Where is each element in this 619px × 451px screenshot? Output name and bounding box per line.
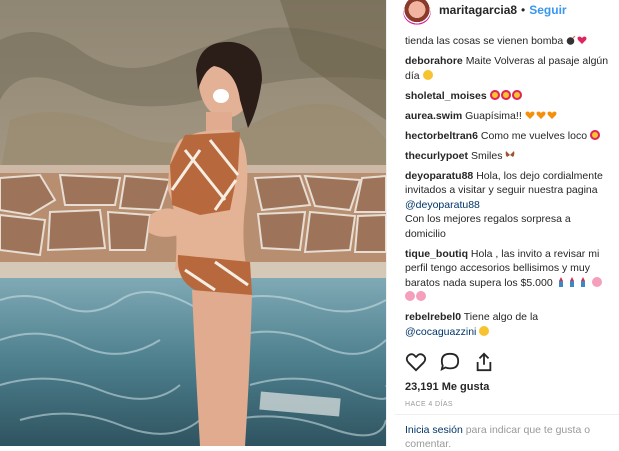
post-header: maritagarcia8 • Seguir: [387, 0, 619, 27]
butterfly-icon: [506, 150, 515, 157]
post-username[interactable]: maritagarcia8: [439, 3, 517, 17]
comment-username[interactable]: aurea.swim: [405, 110, 462, 122]
flower-icon: [405, 291, 415, 301]
flower-icon: [416, 291, 426, 301]
comment-username[interactable]: deborahore: [405, 55, 463, 67]
orange-heart-icon: [547, 111, 557, 119]
heart-eyes-icon: [489, 89, 500, 100]
comment-username[interactable]: deyoparatu88: [405, 170, 473, 182]
grinning-sweat-icon: [479, 325, 490, 336]
comment-text: tienda las cosas se vienen bomba: [405, 35, 564, 47]
post-image: [0, 0, 386, 446]
comment-text: Guapísima!!: [465, 109, 522, 122]
comment-mention[interactable]: @cocaguazzini: [405, 326, 476, 338]
lipstick-icon: [569, 276, 574, 287]
login-link[interactable]: Inicia sesión: [405, 424, 463, 436]
post-sidebar: maritagarcia8 • Seguir tienda las cosas …: [386, 0, 619, 450]
header-separator: •: [521, 2, 526, 17]
comment-item: deyoparatu88 Hola, los dejo cordialmente…: [405, 169, 613, 242]
comment-item: thecurlypoet Smiles: [405, 149, 613, 164]
comment-item: aurea.swim Guapísima!!: [405, 109, 613, 124]
flower-icon: [591, 276, 602, 287]
divider: [395, 414, 619, 415]
comment-username[interactable]: thecurlypoet: [405, 150, 468, 162]
orange-heart-icon: [536, 111, 546, 119]
comment-mention[interactable]: @deyoparatu88: [405, 199, 480, 211]
lipstick-icon: [580, 276, 585, 287]
comment-item: tique_boutiq Hola , las invito a revisar…: [405, 247, 613, 305]
comment-text-continued: Con los mejores regalos sorpresa a domic…: [405, 213, 571, 240]
comment-item: deborahore Maite Volveras al pasaje algú…: [405, 54, 613, 83]
comment-text: Tiene algo de la: [463, 311, 539, 323]
comment-item: rebelrebel0 Tiene algo de la @cocaguazzi…: [405, 310, 613, 339]
comment-text: Como me vuelves loco: [480, 129, 588, 142]
like-count[interactable]: 23,191 Me gusta: [405, 381, 489, 393]
comment-icon[interactable]: [439, 352, 461, 372]
red-heart-icon: [577, 36, 587, 44]
lipstick-icon: [558, 276, 563, 287]
comment-username[interactable]: tique_boutiq: [405, 248, 468, 260]
heart-eyes-icon: [500, 89, 511, 100]
comment-text: Smiles: [470, 149, 503, 162]
bomb-icon: [566, 35, 576, 45]
comment-username[interactable]: hectorbeltran6: [405, 130, 478, 142]
follow-button[interactable]: Seguir: [529, 3, 566, 17]
comment-list: tienda las cosas se vienen bomba deborah…: [405, 34, 613, 345]
grinning-sweat-icon: [422, 69, 433, 80]
orange-heart-icon: [525, 111, 535, 119]
comment-item: tienda las cosas se vienen bomba: [405, 34, 613, 49]
avatar[interactable]: [403, 0, 431, 25]
comment-username[interactable]: rebelrebel0: [405, 311, 461, 323]
post-photo[interactable]: [0, 0, 386, 446]
post-actions: [405, 352, 495, 372]
heart-outline-icon[interactable]: [405, 352, 427, 372]
post-timestamp: HACE 4 DÍAS: [405, 401, 453, 408]
heart-eyes-icon: [590, 129, 600, 140]
comment-item: hectorbeltran6 Como me vuelves loco: [405, 129, 613, 144]
share-icon[interactable]: [473, 352, 495, 372]
login-prompt: Inicia sesión para indicar que te gusta …: [405, 423, 617, 451]
comment-username[interactable]: sholetal_moises: [405, 90, 487, 102]
comment-item: sholetal_moises: [405, 89, 613, 104]
heart-eyes-icon: [511, 89, 522, 100]
